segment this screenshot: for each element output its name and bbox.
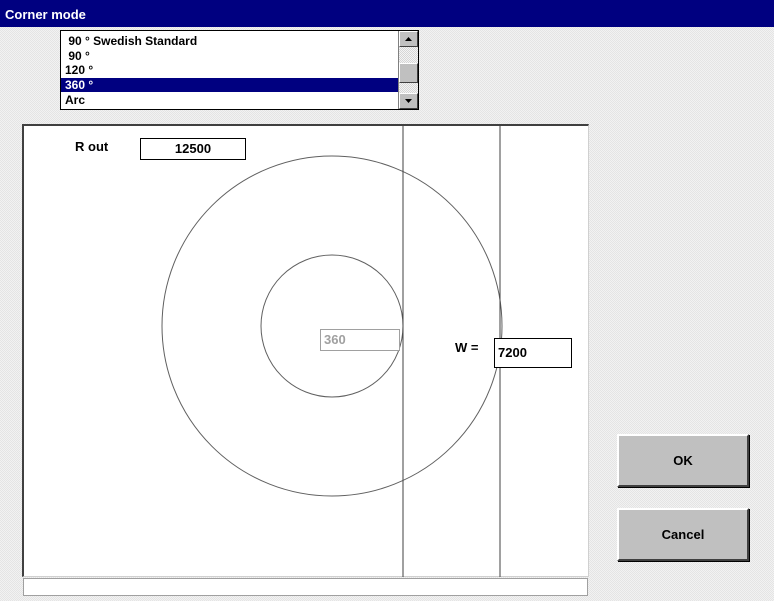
list-item[interactable]: 90 ° Swedish Standard	[61, 34, 398, 48]
cancel-button[interactable]: Cancel	[617, 508, 749, 561]
ok-button-label: OK	[673, 453, 693, 468]
list-item-selected[interactable]: 360 °	[61, 78, 398, 92]
status-bar	[23, 578, 588, 596]
r-out-field[interactable]: 12500	[140, 138, 246, 160]
scroll-down-button[interactable]	[399, 93, 418, 109]
r-out-label: R out	[75, 139, 109, 154]
scroll-up-button[interactable]	[399, 31, 418, 47]
list-item[interactable]: 90 °	[61, 49, 398, 63]
arrow-down-icon	[405, 99, 412, 103]
ok-button[interactable]: OK	[617, 434, 749, 487]
window-title: Corner mode	[0, 0, 774, 27]
width-label: W =	[455, 340, 479, 355]
corner-mode-list[interactable]: 90 ° Swedish Standard 90 ° 120 ° 360 ° A…	[60, 30, 419, 110]
cancel-button-label: Cancel	[661, 527, 705, 542]
outer-radius-circle	[161, 155, 503, 497]
arrow-up-icon	[405, 37, 412, 41]
width-field[interactable]: 7200	[494, 338, 572, 368]
scroll-thumb[interactable]	[399, 63, 418, 83]
list-item[interactable]: Arc	[61, 93, 398, 107]
inner-radius-circle	[260, 254, 404, 398]
angle-field[interactable]: 360	[320, 329, 400, 351]
list-item[interactable]: 120 °	[61, 63, 398, 77]
list-scrollbar[interactable]	[398, 31, 418, 109]
corner-drawing-canvas: R out 12500 360 W = 7200	[22, 124, 589, 577]
